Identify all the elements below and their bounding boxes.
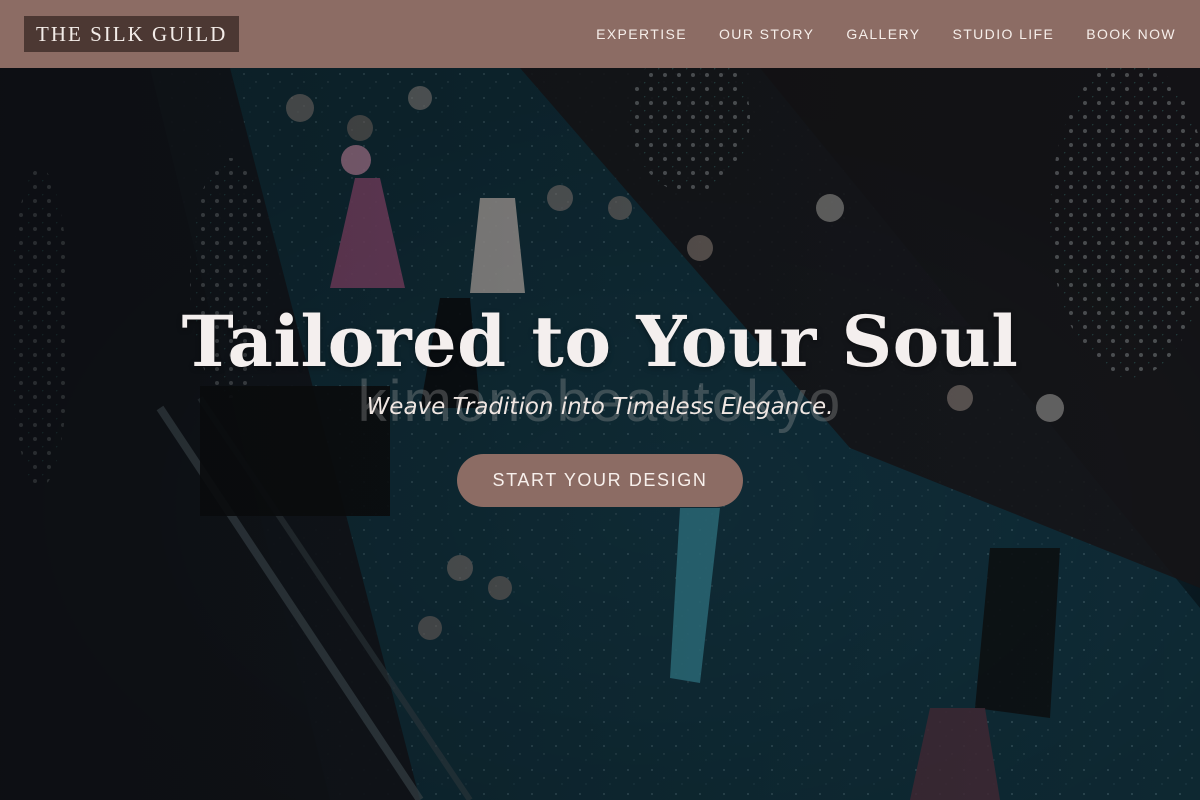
hero-section: kimonobeautokyo Tailored to Your Soul We… [0, 68, 1200, 800]
nav-link-expertise[interactable]: EXPERTISE [596, 0, 687, 68]
hero-headline: Tailored to Your Soul [181, 300, 1019, 383]
top-navbar: THE SILK GUILD EXPERTISE OUR STORY GALLE… [0, 0, 1200, 68]
nav-menu: EXPERTISE OUR STORY GALLERY STUDIO LIFE … [564, 0, 1176, 68]
brand-logo[interactable]: THE SILK GUILD [24, 16, 240, 52]
nav-link-gallery[interactable]: GALLERY [846, 0, 920, 68]
nav-link-studio-life[interactable]: STUDIO LIFE [952, 0, 1054, 68]
start-design-button[interactable]: START YOUR DESIGN [457, 454, 743, 507]
hero-subheadline: Weave Tradition into Timeless Elegance. [366, 394, 834, 420]
nav-link-book-now[interactable]: BOOK NOW [1086, 0, 1176, 68]
nav-link-our-story[interactable]: OUR STORY [719, 0, 814, 68]
